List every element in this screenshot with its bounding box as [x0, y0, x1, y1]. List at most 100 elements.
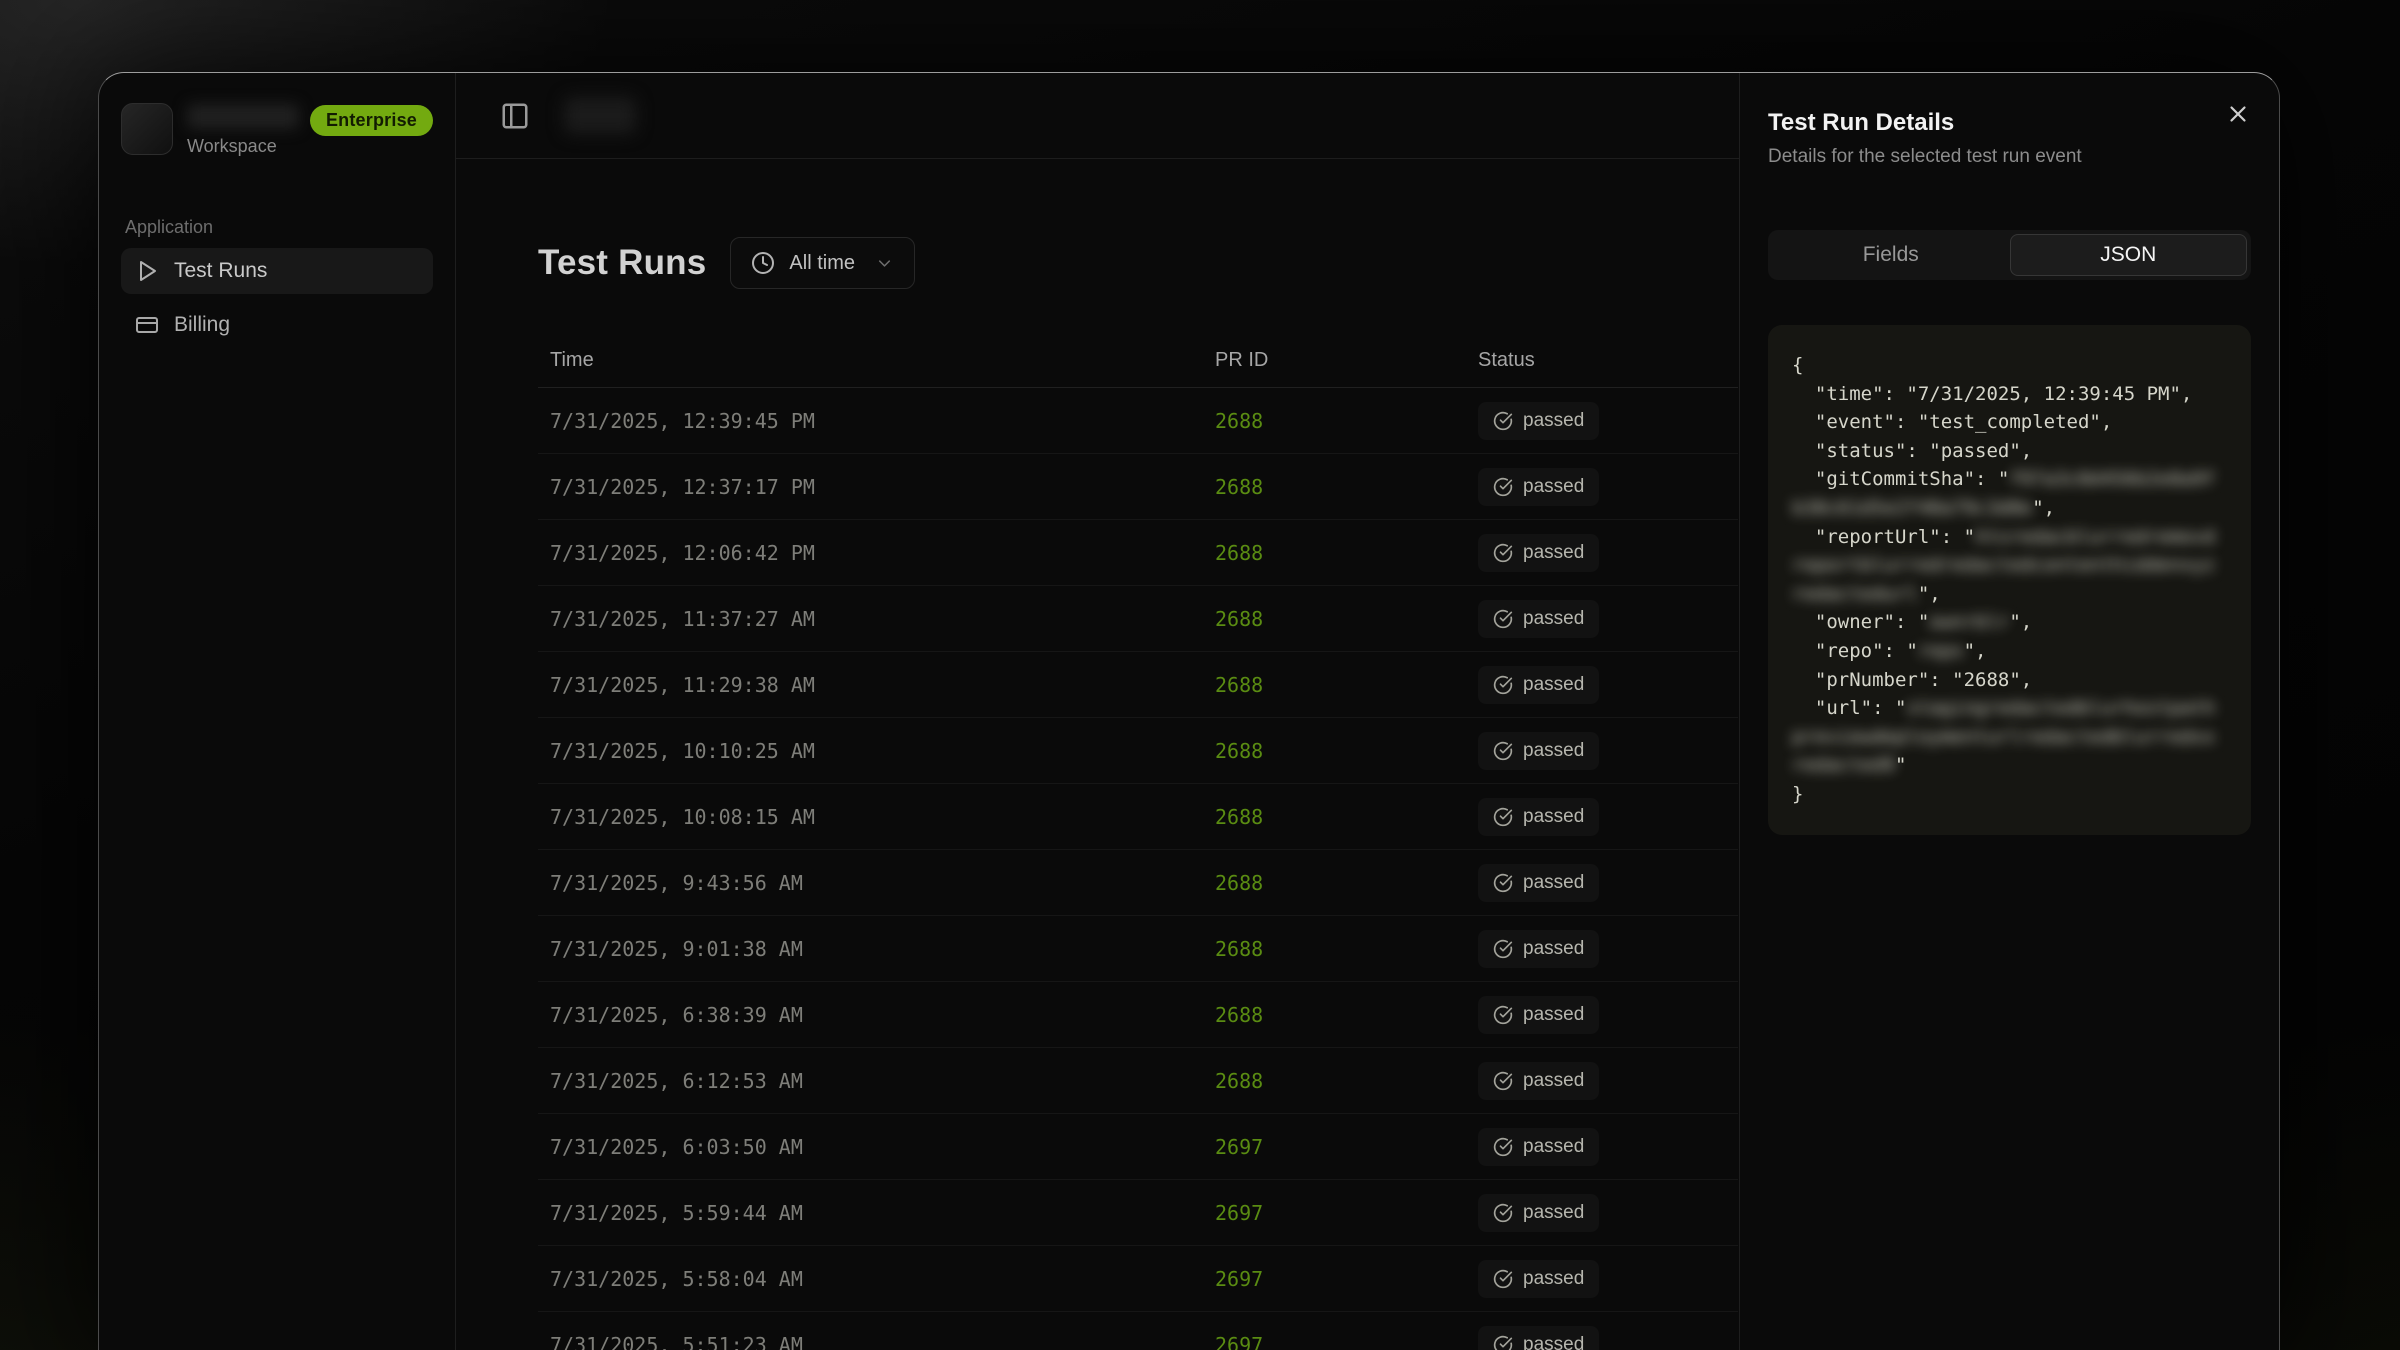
sidebar-item-label: Billing [174, 313, 230, 337]
redacted-text: previewdeploymenturlredactedblurredxx [1792, 726, 2215, 748]
pr-id-link[interactable]: 2697 [1215, 1333, 1263, 1350]
code-line: previewdeploymenturlredactedblurredxx [1792, 723, 2227, 752]
table-row[interactable]: 7/31/2025, 6:03:50 AM 2697 passed [538, 1114, 1738, 1180]
status-label: passed [1523, 1334, 1584, 1350]
time-filter-value: All time [789, 252, 855, 275]
col-status-header: Status [1466, 349, 1738, 372]
run-time: 7/31/2025, 9:43:56 AM [538, 871, 1215, 895]
test-runs-table: Time PR ID Status 7/31/2025, 12:39:45 PM… [538, 333, 1738, 1350]
run-time: 7/31/2025, 6:38:39 AM [538, 1003, 1215, 1027]
redacted-text: reportblurredredactedcontenthiddenxyz [1792, 554, 2215, 576]
sidebar-toggle-button[interactable] [500, 101, 530, 131]
pr-id-link[interactable]: 2688 [1215, 673, 1263, 697]
table-row[interactable]: 7/31/2025, 11:37:27 AM 2688 passed [538, 586, 1738, 652]
workspace-logo-redacted [121, 103, 173, 155]
workspace-header[interactable]: Workspace Enterprise [121, 103, 433, 157]
play-icon [135, 259, 159, 283]
redacted-text: repx [1918, 640, 1964, 662]
pr-id-link[interactable]: 2688 [1215, 937, 1263, 961]
code-line: "event": "test_completed", [1792, 408, 2227, 437]
table-row[interactable]: 7/31/2025, 12:39:45 PM 2688 passed [538, 388, 1738, 454]
status-badge: passed [1478, 666, 1599, 704]
pr-id-link[interactable]: 2688 [1215, 475, 1263, 499]
run-time: 7/31/2025, 5:58:04 AM [538, 1267, 1215, 1291]
redacted-text: stagingredactedblurhostpath [1906, 697, 2215, 719]
redacted-text: f97a3c0d456b2e8a9f [2009, 468, 2215, 490]
pr-id-link[interactable]: 2688 [1215, 871, 1263, 895]
pr-id-link[interactable]: 2688 [1215, 805, 1263, 829]
table-row[interactable]: 7/31/2025, 5:59:44 AM 2697 passed [538, 1180, 1738, 1246]
sidebar: Workspace Enterprise Application Test Ru… [99, 73, 456, 1350]
code-line: redactedurl", [1792, 580, 2227, 609]
check-circle-icon [1493, 543, 1513, 563]
pr-id-link[interactable]: 2697 [1215, 1201, 1263, 1225]
details-title: Test Run Details [1768, 109, 2251, 137]
table-row[interactable]: 7/31/2025, 6:12:53 AM 2688 passed [538, 1048, 1738, 1114]
status-badge: passed [1478, 534, 1599, 572]
check-circle-icon [1493, 1137, 1513, 1157]
tab-fields[interactable]: Fields [1772, 234, 2010, 276]
table-row[interactable]: 7/31/2025, 10:10:25 AM 2688 passed [538, 718, 1738, 784]
table-row[interactable]: 7/31/2025, 5:58:04 AM 2697 passed [538, 1246, 1738, 1312]
check-circle-icon [1493, 1005, 1513, 1025]
code-line: { [1792, 351, 2227, 380]
brand-redacted [564, 97, 636, 134]
pr-id-link[interactable]: 2688 [1215, 541, 1263, 565]
status-badge: passed [1478, 732, 1599, 770]
code-line: "gitCommitSha": "f97a3c0d456b2e8a9f [1792, 465, 2227, 494]
sidebar-item-billing[interactable]: Billing [121, 302, 433, 348]
pr-id-link[interactable]: 2688 [1215, 1003, 1263, 1027]
run-time: 7/31/2025, 12:06:42 PM [538, 541, 1215, 565]
status-badge: passed [1478, 600, 1599, 638]
check-circle-icon [1493, 1071, 1513, 1091]
pr-id-link[interactable]: 2688 [1215, 607, 1263, 631]
table-row[interactable]: 7/31/2025, 12:06:42 PM 2688 passed [538, 520, 1738, 586]
tab-json[interactable]: JSON [2010, 234, 2248, 276]
code-line: "repo": "repx", [1792, 637, 2227, 666]
table-row[interactable]: 7/31/2025, 6:38:39 AM 2688 passed [538, 982, 1738, 1048]
status-badge: passed [1478, 1128, 1599, 1166]
status-label: passed [1523, 1268, 1584, 1290]
code-line: "reportUrl": "htsredacblurredremovd [1792, 523, 2227, 552]
pr-id-link[interactable]: 2688 [1215, 409, 1263, 433]
status-badge: passed [1478, 468, 1599, 506]
table-row[interactable]: 7/31/2025, 5:51:23 AM 2697 passed [538, 1312, 1738, 1350]
run-time: 7/31/2025, 5:59:44 AM [538, 1201, 1215, 1225]
pr-id-link[interactable]: 2697 [1215, 1135, 1263, 1159]
table-body: 7/31/2025, 12:39:45 PM 2688 passed 7/31/… [538, 388, 1738, 1350]
check-circle-icon [1493, 675, 1513, 695]
check-circle-icon [1493, 741, 1513, 761]
status-label: passed [1523, 542, 1584, 564]
table-row[interactable]: 7/31/2025, 12:37:17 PM 2688 passed [538, 454, 1738, 520]
details-subtitle: Details for the selected test run event [1768, 146, 2251, 168]
close-button[interactable] [2225, 101, 2251, 127]
check-circle-icon [1493, 873, 1513, 893]
table-row[interactable]: 7/31/2025, 11:29:38 AM 2688 passed [538, 652, 1738, 718]
status-badge: passed [1478, 864, 1599, 902]
time-filter-button[interactable]: All time [730, 237, 915, 289]
code-line: reportblurredredactedcontenthiddenxyz [1792, 551, 2227, 580]
close-icon [2225, 101, 2251, 127]
json-code-block: { "time": "7/31/2025, 12:39:45 PM", "eve… [1768, 325, 2251, 835]
pr-id-link[interactable]: 2688 [1215, 1069, 1263, 1093]
status-label: passed [1523, 740, 1584, 762]
status-label: passed [1523, 872, 1584, 894]
clock-icon [751, 251, 775, 275]
status-label: passed [1523, 1202, 1584, 1224]
check-circle-icon [1493, 939, 1513, 959]
run-time: 7/31/2025, 5:51:23 AM [538, 1333, 1215, 1350]
run-time: 7/31/2025, 11:29:38 AM [538, 673, 1215, 697]
status-label: passed [1523, 938, 1584, 960]
check-circle-icon [1493, 1203, 1513, 1223]
table-row[interactable]: 7/31/2025, 9:01:38 AM 2688 passed [538, 916, 1738, 982]
pr-id-link[interactable]: 2697 [1215, 1267, 1263, 1291]
status-badge: passed [1478, 930, 1599, 968]
status-badge: passed [1478, 798, 1599, 836]
pr-id-link[interactable]: 2688 [1215, 739, 1263, 763]
table-row[interactable]: 7/31/2025, 10:08:15 AM 2688 passed [538, 784, 1738, 850]
table-row[interactable]: 7/31/2025, 9:43:56 AM 2688 passed [538, 850, 1738, 916]
sidebar-item-test-runs[interactable]: Test Runs [121, 248, 433, 294]
redacted-text: htsredacblurredremovd [1975, 526, 2215, 548]
code-line: } [1792, 780, 2227, 809]
run-time: 7/31/2025, 9:01:38 AM [538, 937, 1215, 961]
